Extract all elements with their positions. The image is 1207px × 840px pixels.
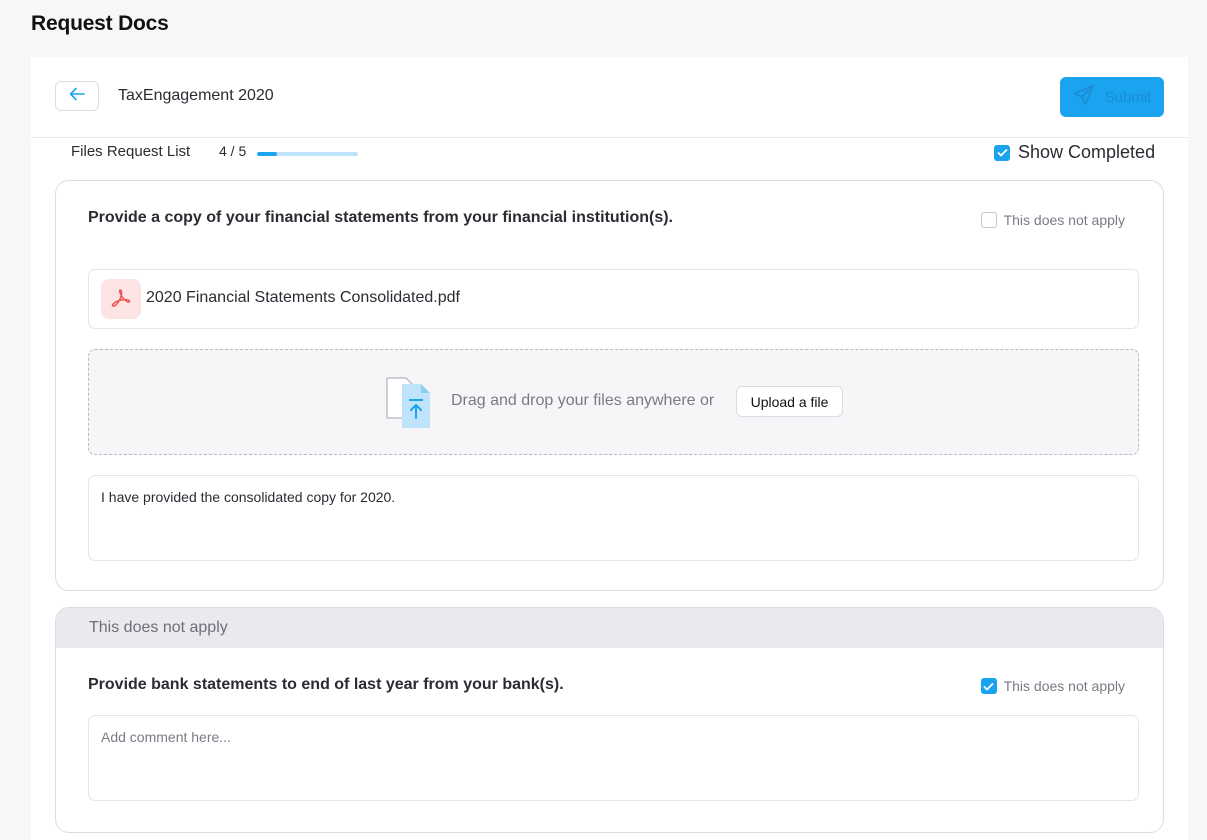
does-not-apply-checkbox[interactable] — [980, 212, 997, 228]
progress-count: 4 / 5 — [219, 143, 247, 159]
comment-field[interactable]: Add comment here... — [88, 715, 1139, 801]
does-not-apply-label: This does not apply — [1003, 678, 1125, 694]
show-completed-toggle[interactable]: Show Completed — [994, 142, 1155, 163]
uploaded-file-item[interactable]: 2020 Financial Statements Consolidated.p… — [88, 269, 1139, 329]
show-completed-label: Show Completed — [1018, 142, 1156, 162]
panel-header: TaxEngagement 2020 Submit — [31, 57, 1188, 138]
page-title: Request Docs — [31, 12, 169, 35]
progress-label: Files Request List — [71, 143, 191, 160]
show-completed-checkbox[interactable] — [994, 144, 1010, 161]
request-docs-panel: TaxEngagement 2020 Submit Files Request … — [31, 57, 1188, 840]
request-title: Provide a copy of your financial stateme… — [88, 209, 673, 226]
progress-bar — [257, 152, 358, 156]
request-card: Provide a copy of your financial stateme… — [55, 180, 1164, 591]
file-upload-icon — [384, 374, 436, 435]
does-not-apply-checkbox[interactable] — [980, 678, 997, 694]
upload-file-button[interactable]: Upload a file — [736, 386, 843, 417]
not-applicable-banner: This does not apply — [56, 608, 1163, 648]
engagement-title: TaxEngagement 2020 — [118, 87, 274, 104]
does-not-apply-toggle[interactable]: This does not apply — [980, 678, 1125, 694]
files-request-progress: Files Request List 4 / 5 Show Completed — [71, 142, 1166, 162]
not-applicable-banner-text: This does not apply — [89, 619, 228, 636]
progress-bar-fill — [257, 152, 278, 156]
back-button[interactable] — [55, 81, 99, 111]
dropzone-text: Drag and drop your files anywhere or — [451, 392, 715, 409]
file-name[interactable]: 2020 Financial Statements Consolidated.p… — [146, 289, 460, 307]
request-title: Provide bank statements to end of last y… — [88, 676, 564, 693]
request-card-not-applicable: This does not apply Provide bank stateme… — [55, 607, 1164, 833]
submit-button[interactable]: Submit — [1060, 77, 1164, 117]
arrow-left-icon — [69, 87, 85, 106]
pdf-icon — [101, 279, 141, 319]
send-icon — [1073, 84, 1095, 111]
file-dropzone[interactable]: Drag and drop your files anywhere or Upl… — [88, 349, 1139, 455]
submit-label: Submit — [1104, 88, 1152, 106]
does-not-apply-toggle[interactable]: This does not apply — [980, 212, 1125, 228]
comment-field[interactable]: I have provided the consolidated copy fo… — [88, 475, 1139, 561]
does-not-apply-label: This does not apply — [1003, 212, 1125, 228]
